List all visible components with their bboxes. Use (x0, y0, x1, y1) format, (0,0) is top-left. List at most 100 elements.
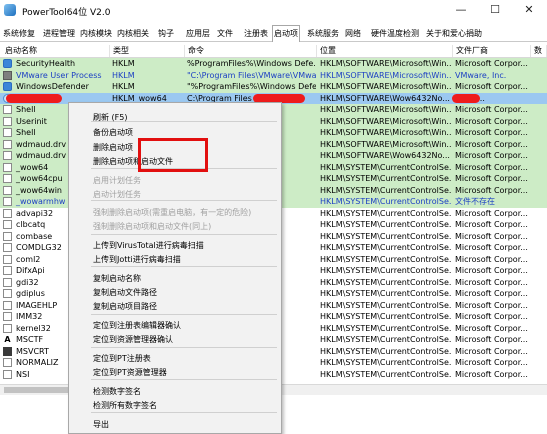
menu-item-18[interactable]: 检测所有数字签名 (93, 400, 157, 411)
menu-item-15[interactable]: 定位到PT注册表 (93, 353, 151, 364)
menu-item-5: 启动计划任务 (93, 190, 141, 199)
cell-location: HKLM\SYSTEM\CurrentControlSe... (320, 254, 452, 264)
cell-location: HKLM\SYSTEM\CurrentControlSe... (320, 300, 452, 310)
tab-3[interactable]: 内核相关 (116, 27, 150, 40)
menu-item-10[interactable]: 复制启动名称 (93, 273, 141, 284)
highlight-annotation-box (138, 138, 208, 172)
a-icon: A (3, 335, 12, 344)
menu-separator (91, 200, 277, 201)
table-header: 启动名称 类型 命令 位置 文件厂商 数 (0, 45, 547, 58)
cell-name: VMware User Process (16, 70, 102, 80)
menu-item-17[interactable]: 检测数字签名 (93, 386, 141, 397)
maximize-button[interactable]: ☐ (478, 0, 512, 22)
file-icon (3, 139, 12, 149)
cell-location: HKLM\SYSTEM\CurrentControlSe... (320, 289, 452, 298)
menu-item-6: 强制删除启动项(需重启电脑，有一定的危险) (93, 208, 252, 217)
cell-vendor: Microsoft Corpor... (455, 105, 528, 114)
cell-location: HKLM\SYSTEM\CurrentControlSe... (320, 312, 452, 321)
header-name[interactable]: 启动名称 (2, 45, 110, 57)
file-icon (3, 220, 12, 229)
cell-location: HKLM\SOFTWARE\Microsoft\Win... (320, 128, 452, 137)
cell-vendor: Microsoft Corpor... (455, 369, 528, 379)
file-icon (3, 323, 12, 333)
file-icon (3, 300, 12, 310)
menu-separator (91, 314, 277, 315)
minimize-button[interactable]: — (444, 0, 478, 22)
menu-item-7: 强制删除启动项和启动文件(同上) (93, 222, 212, 231)
header-location[interactable]: 位置 (317, 45, 453, 57)
cell-vendor: 文件不存在 (455, 197, 495, 206)
cell-vendor: Microsoft Corpor... (455, 358, 528, 367)
tab-10[interactable]: 网络 (344, 27, 362, 40)
tab-8[interactable]: 启动项 (272, 25, 300, 42)
menu-item-16[interactable]: 定位到PT资源管理器 (93, 367, 167, 378)
cell-command: "%ProgramFiles%\Windows Defe... (187, 82, 316, 91)
header-extra[interactable]: 数 (531, 45, 547, 57)
cell-vendor: Microsoft Corpor... (455, 174, 528, 183)
cell-location: HKLM\SYSTEM\CurrentControlSe... (320, 231, 452, 241)
file-icon (3, 208, 12, 218)
header-type[interactable]: 类型 (110, 45, 185, 57)
menu-item-11[interactable]: 复制启动文件路径 (93, 287, 157, 298)
file-icon (3, 174, 12, 183)
table-row[interactable]: WindowsDefender HKLM "%ProgramFiles%\Windo… (0, 81, 547, 93)
file-icon (3, 231, 12, 241)
cell-location: HKLM\SYSTEM\CurrentControlSe... (320, 220, 452, 229)
tab-0[interactable]: 系统修复 (2, 27, 36, 40)
tab-2[interactable]: 内核模块 (79, 27, 113, 40)
file-icon (3, 277, 12, 287)
menu-separator (91, 266, 277, 267)
close-button[interactable]: ✕ (512, 0, 546, 22)
file-icon (3, 254, 12, 264)
cell-location: HKLM\SOFTWARE\Wow6432No... (320, 93, 450, 103)
tab-1[interactable]: 进程管理 (42, 27, 76, 40)
tab-12[interactable]: 关于和爱心捐助 (425, 27, 483, 40)
cell-vendor: Microsoft Corpor... (455, 151, 528, 160)
cell-vendor: Microsoft Corpor... (455, 139, 528, 149)
menu-item-1[interactable]: 备份启动项 (93, 127, 133, 138)
cell-location: HKLM\SYSTEM\CurrentControlSe... (320, 358, 452, 367)
menu-item-0[interactable]: 刷新 (F5) (93, 112, 127, 123)
menu-item-14[interactable]: 定位到资源管理器确认 (93, 334, 173, 345)
cell-vendor: Microsoft Corpor... (455, 323, 528, 333)
menu-item-19[interactable]: 导出 (93, 419, 109, 430)
tab-11[interactable]: 硬件温度检测 (370, 27, 420, 40)
cell-vendor: Microsoft Corpor... (455, 162, 528, 172)
cell-location: HKLM\SOFTWARE\Microsoft\Win... (320, 105, 452, 114)
menu-item-4: 启用计划任务 (93, 176, 141, 185)
menu-item-2[interactable]: 删除启动项 (93, 142, 133, 153)
monitor-icon (3, 346, 12, 356)
header-command[interactable]: 命令 (185, 45, 317, 57)
cell-location: HKLM\SYSTEM\CurrentControlSe... (320, 369, 452, 379)
cell-location: HKLM\SOFTWARE\Microsoft\Win... (320, 59, 452, 68)
tab-bar: 系统修复 进程管理 内核模块 内核相关 钩子 应用层 文件 注册表 启动项 系统服务 网络 硬件温度检… (0, 25, 547, 42)
tab-9[interactable]: 系统服务 (306, 27, 340, 40)
cell-location: HKLM\SYSTEM\CurrentControlSe... (320, 243, 452, 252)
cell-location: HKLM\SYSTEM\CurrentControlSe... (320, 208, 452, 218)
tab-6[interactable]: 文件 (216, 27, 234, 40)
cell-location: HKLM\SYSTEM\CurrentControlSe... (320, 185, 452, 195)
table-row[interactable]: SecurityHealth HKLM %ProgramFiles%\Windows… (0, 58, 547, 70)
cell-vendor: Microsoft Corpor... (455, 289, 528, 298)
menu-separator (91, 412, 277, 413)
menu-item-9[interactable]: 上传到Jotti进行病毒扫描 (93, 254, 181, 265)
cell-location: HKLM\SOFTWARE\Microsoft\Win... (320, 70, 452, 80)
cell-location: HKLM\SOFTWARE\Microsoft\Win... (320, 82, 452, 91)
header-vendor[interactable]: 文件厂商 (453, 45, 531, 57)
cell-vendor: Microsoft Corpor... (455, 208, 528, 218)
table-row[interactable]: VMware User Process HKLM "C:\Program Files… (0, 69, 547, 82)
cell-vendor: Microsoft Corpor... (455, 312, 528, 321)
menu-item-12[interactable]: 复制启动项目路径 (93, 301, 157, 312)
file-icon (3, 185, 12, 195)
cell-vendor: Microsoft Corpor... (455, 128, 528, 137)
file-icon (3, 243, 12, 252)
cell-vendor: Microsoft Corpor... (455, 59, 528, 68)
tab-4[interactable]: 钩子 (157, 27, 175, 40)
tab-7[interactable]: 注册表 (243, 27, 269, 40)
cell-type: HKLM (112, 82, 135, 91)
menu-item-13[interactable]: 定位到注册表编辑器确认 (93, 320, 181, 331)
file-icon (3, 369, 12, 379)
menu-item-8[interactable]: 上传到VirusTotal进行病毒扫描 (93, 240, 204, 251)
cell-vendor: Microsoft Corpor... (455, 254, 528, 264)
tab-5[interactable]: 应用层 (185, 27, 211, 40)
